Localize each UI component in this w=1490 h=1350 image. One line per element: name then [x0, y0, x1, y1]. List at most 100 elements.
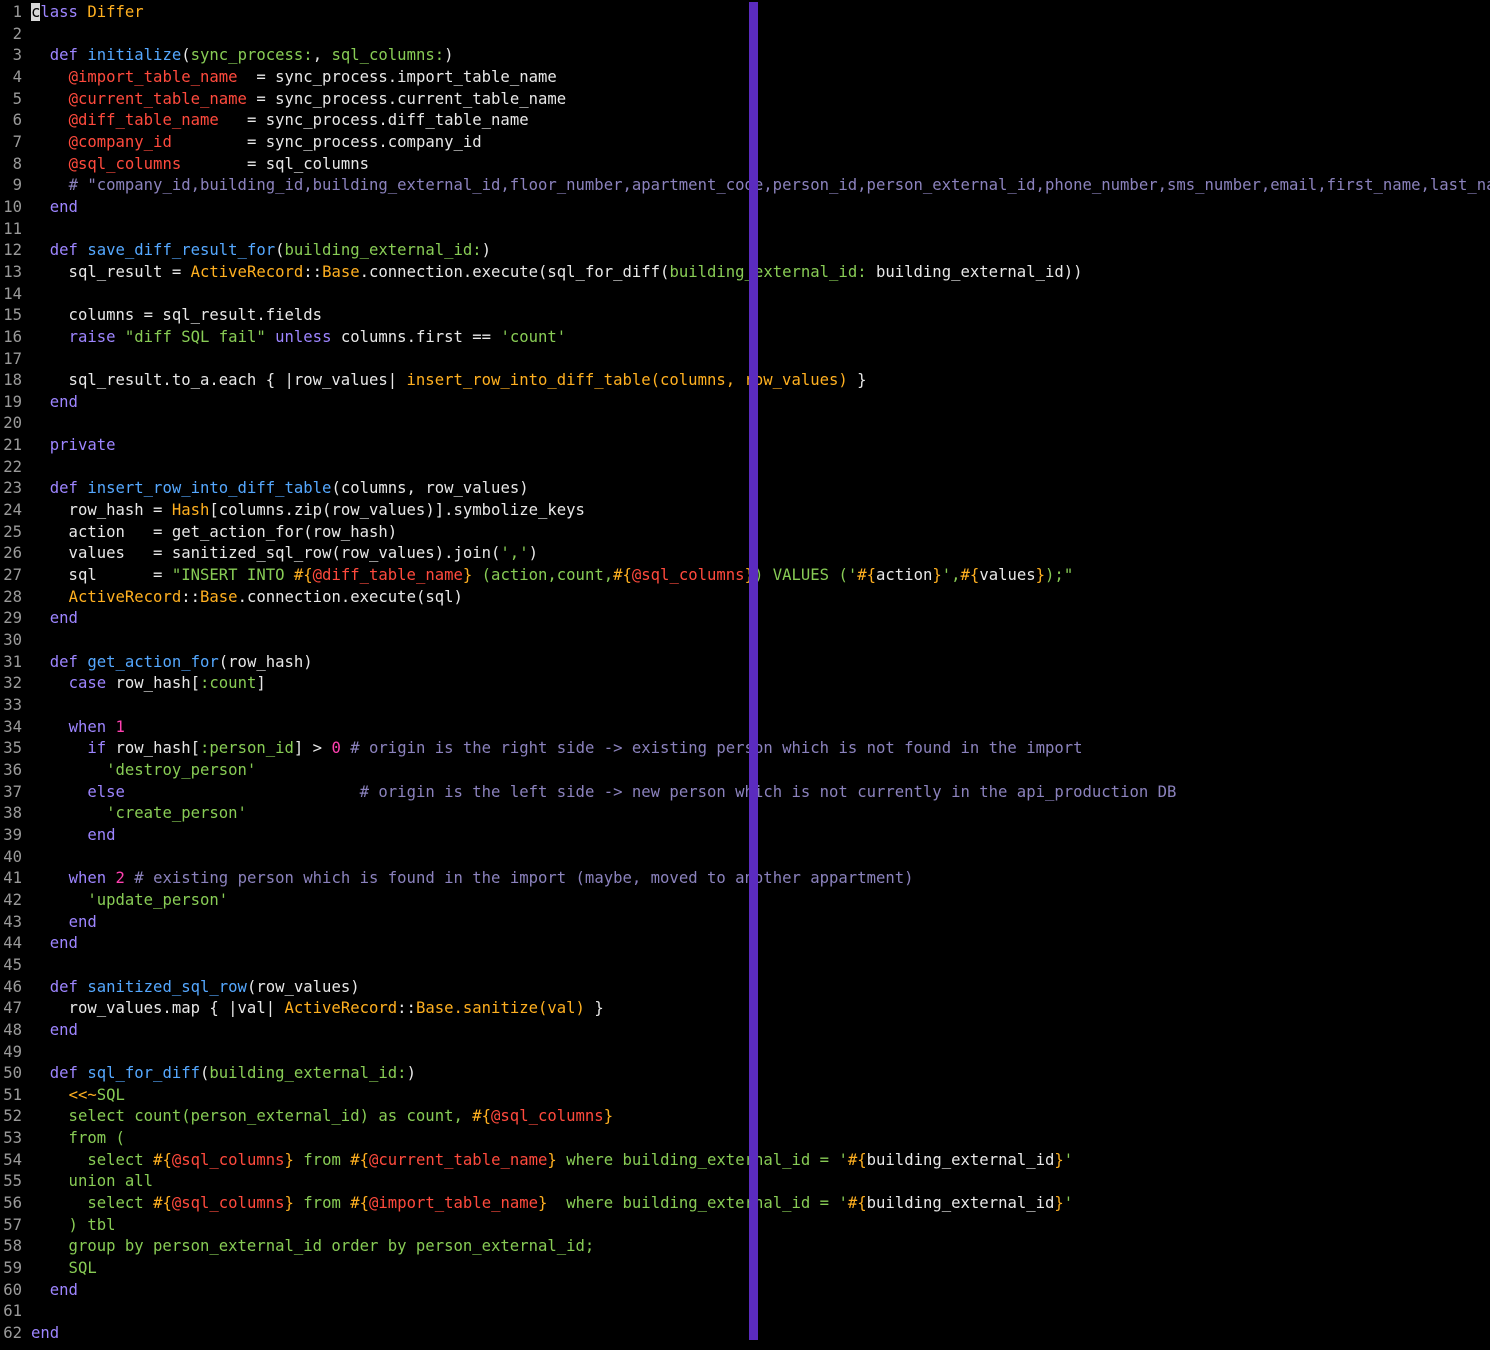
- code-line[interactable]: 24 row_hash = Hash[columns.zip(row_value…: [0, 500, 1490, 522]
- code-token: = sync_process.diff_table_name: [218, 111, 529, 130]
- code-line[interactable]: 29 end: [0, 608, 1490, 630]
- code-line[interactable]: 38 'create_person': [0, 803, 1490, 825]
- code-line[interactable]: 55 union all: [0, 1171, 1490, 1193]
- line-content: def sql_for_diff(building_external_id:): [22, 1063, 416, 1085]
- code-line[interactable]: 19 end: [0, 392, 1490, 414]
- code-line[interactable]: 1 class Differ: [0, 2, 1490, 24]
- code-line[interactable]: 48 end: [0, 1020, 1490, 1042]
- line-number: 48: [3, 1020, 22, 1039]
- code-line[interactable]: 27 sql = "INSERT INTO #{@diff_table_name…: [0, 565, 1490, 587]
- code-line[interactable]: 25 action = get_action_for(row_hash): [0, 522, 1490, 544]
- line-number: 10: [3, 197, 22, 216]
- code-line[interactable]: 4 @import_table_name = sync_process.impo…: [0, 67, 1490, 89]
- code-line[interactable]: 7 @company_id = sync_process.company_id: [0, 132, 1490, 154]
- code-line[interactable]: 41 when 2 # existing person which is fou…: [0, 868, 1490, 890]
- line-content: def initialize(sync_process:, sql_column…: [22, 45, 454, 67]
- code-line[interactable]: 39 end: [0, 825, 1490, 847]
- code-line[interactable]: 43 end: [0, 912, 1490, 934]
- code-line[interactable]: 32 case row_hash[:count]: [0, 673, 1490, 695]
- code-editor[interactable]: 1 class Differ 2 3 def initialize(sync_proc…: [0, 0, 1490, 1350]
- code-token: @current_table_name: [369, 1150, 548, 1169]
- code-token: row_hash =: [31, 501, 172, 520]
- code-line[interactable]: 5 @current_table_name = sync_process.cur…: [0, 89, 1490, 111]
- code-line[interactable]: 46 def sanitized_sql_row(row_values): [0, 977, 1490, 999]
- code-line[interactable]: 54 select #{@sql_columns} from #{@curren…: [0, 1150, 1490, 1172]
- code-line[interactable]: 18 sql_result.to_a.each { |row_values| i…: [0, 370, 1490, 392]
- code-line[interactable]: 35 if row_hash[:person_id] > 0 # origin …: [0, 738, 1490, 760]
- code-line[interactable]: 14: [0, 284, 1490, 306]
- code-line[interactable]: 61: [0, 1301, 1490, 1323]
- code-line[interactable]: 53 from (: [0, 1128, 1490, 1150]
- code-line[interactable]: 23 def insert_row_into_diff_table(column…: [0, 478, 1490, 500]
- code-line[interactable]: 8 @sql_columns = sql_columns: [0, 154, 1490, 176]
- code-area[interactable]: 1 class Differ 2 3 def initialize(sync_proc…: [0, 2, 1490, 1345]
- code-line[interactable]: 15 columns = sql_result.fields: [0, 305, 1490, 327]
- line-number: 22: [3, 457, 22, 476]
- code-line[interactable]: 60 end: [0, 1280, 1490, 1302]
- code-line[interactable]: 13 sql_result = ActiveRecord::Base.conne…: [0, 262, 1490, 284]
- code-line[interactable]: 62 end: [0, 1323, 1490, 1345]
- code-line[interactable]: 34 when 1: [0, 717, 1490, 739]
- code-line[interactable]: 16 raise "diff SQL fail" unless columns.…: [0, 327, 1490, 349]
- code-line[interactable]: 28 ActiveRecord::Base.connection.execute…: [0, 587, 1490, 609]
- line-number: 60: [3, 1280, 22, 1299]
- code-line[interactable]: 45: [0, 955, 1490, 977]
- code-line[interactable]: 17: [0, 349, 1490, 371]
- code-token: private: [49, 436, 116, 455]
- line-number: 14: [3, 284, 22, 303]
- code-line[interactable]: 22: [0, 457, 1490, 479]
- line-number: 49: [3, 1042, 22, 1061]
- code-line[interactable]: 49: [0, 1042, 1490, 1064]
- code-line[interactable]: 57 ) tbl: [0, 1215, 1490, 1237]
- code-line[interactable]: 12 def save_diff_result_for(building_ext…: [0, 240, 1490, 262]
- code-line[interactable]: 44 end: [0, 933, 1490, 955]
- code-token: ActiveRecord: [284, 999, 398, 1018]
- line-content: [22, 284, 31, 306]
- code-line[interactable]: 58 group by person_external_id order by …: [0, 1236, 1490, 1258]
- code-line[interactable]: 37 else # origin is the left side -> new…: [0, 782, 1490, 804]
- code-line[interactable]: 59 SQL: [0, 1258, 1490, 1280]
- code-token: select: [31, 1150, 154, 1169]
- line-number: 57: [3, 1215, 22, 1234]
- line-number: 39: [3, 825, 22, 844]
- line-content: ) tbl: [22, 1215, 116, 1237]
- code-token: when: [68, 869, 107, 888]
- code-token: (: [200, 1064, 210, 1083]
- code-line[interactable]: 30: [0, 630, 1490, 652]
- code-token: #{: [153, 1194, 172, 1213]
- line-number: 46: [3, 977, 22, 996]
- code-line[interactable]: 11: [0, 219, 1490, 241]
- code-line[interactable]: 36 'destroy_person': [0, 760, 1490, 782]
- code-token: <<~: [68, 1085, 97, 1104]
- code-line[interactable]: 42 'update_person': [0, 890, 1490, 912]
- code-line[interactable]: 51 <<~SQL: [0, 1085, 1490, 1107]
- code-line[interactable]: 20: [0, 413, 1490, 435]
- line-content: ActiveRecord::Base.connection.execute(sq…: [22, 587, 463, 609]
- code-token: }: [847, 371, 867, 390]
- line-content: class Differ: [22, 2, 144, 24]
- code-line[interactable]: 21 private: [0, 435, 1490, 457]
- code-line[interactable]: 2: [0, 24, 1490, 46]
- code-line[interactable]: 47 row_values.map { |val| ActiveRecord::…: [0, 998, 1490, 1020]
- code-line[interactable]: 10 end: [0, 197, 1490, 219]
- code-line[interactable]: 9 # "company_id,building_id,building_ext…: [0, 175, 1490, 197]
- code-line[interactable]: 31 def get_action_for(row_hash): [0, 652, 1490, 674]
- code-line[interactable]: 52 select count(person_external_id) as c…: [0, 1106, 1490, 1128]
- code-token: building_external_id:: [209, 1064, 407, 1083]
- code-line[interactable]: 40: [0, 847, 1490, 869]
- code-line[interactable]: 33: [0, 695, 1490, 717]
- code-line[interactable]: 3 def initialize(sync_process:, sql_colu…: [0, 45, 1490, 67]
- code-line[interactable]: 50 def sql_for_diff(building_external_id…: [0, 1063, 1490, 1085]
- code-line[interactable]: 56 select #{@sql_columns} from #{@import…: [0, 1193, 1490, 1215]
- code-token: (: [275, 241, 285, 260]
- code-line[interactable]: 26 values = sanitized_sql_row(row_values…: [0, 543, 1490, 565]
- line-number: 20: [3, 414, 22, 433]
- code-line[interactable]: 6 @diff_table_name = sync_process.diff_t…: [0, 110, 1490, 132]
